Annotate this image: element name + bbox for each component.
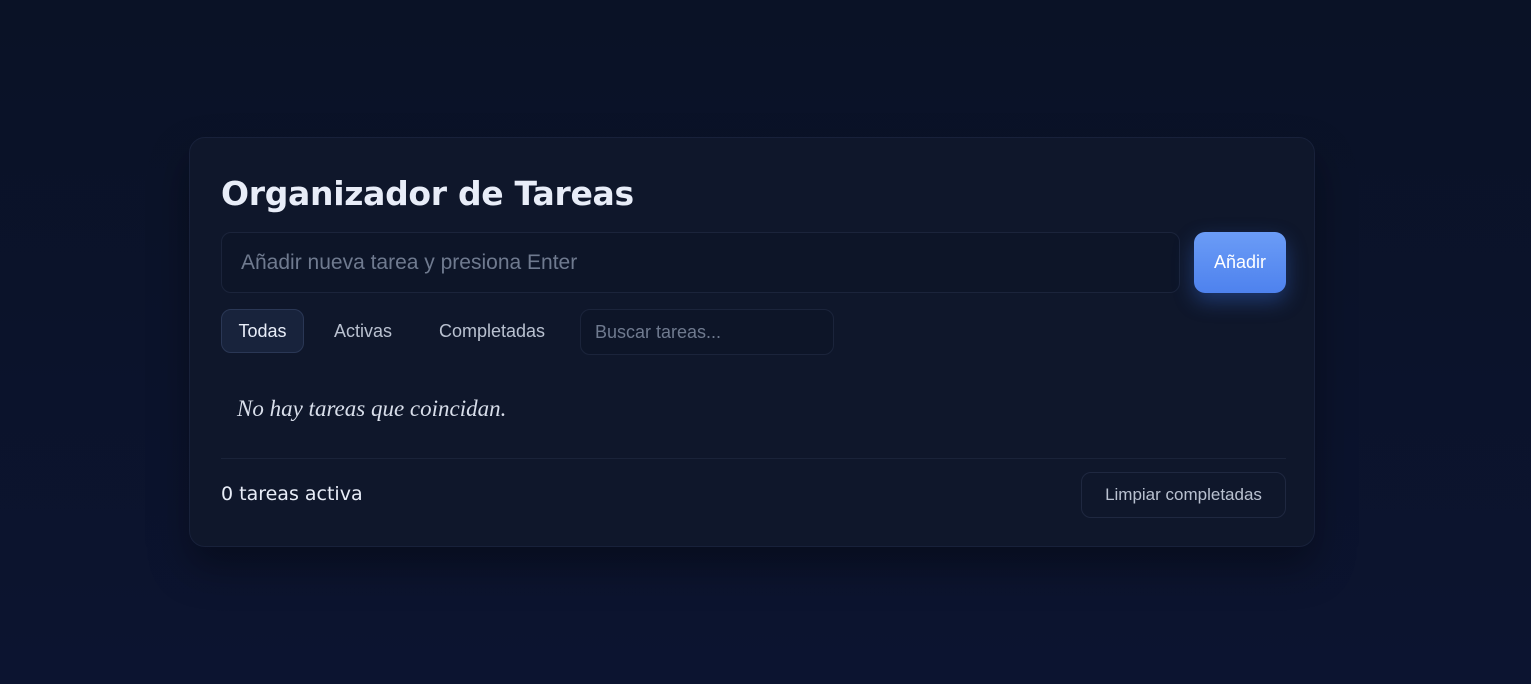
new-task-input[interactable]: [221, 232, 1180, 293]
task-card: Organizador de Tareas Añadir Todas Activ…: [189, 137, 1315, 547]
filter-active-tab[interactable]: Activas: [317, 309, 408, 353]
filter-completed-tab[interactable]: Completadas: [422, 309, 562, 353]
clear-completed-button[interactable]: Limpiar completadas: [1081, 472, 1286, 518]
empty-list-message: No hay tareas que coincidan.: [237, 396, 507, 421]
add-task-button[interactable]: Añadir: [1194, 232, 1286, 293]
active-task-count: 0 tareas activa: [221, 483, 363, 505]
page-title: Organizador de Tareas: [221, 174, 634, 213]
footer-divider: [221, 458, 1286, 459]
filter-all-tab[interactable]: Todas: [221, 309, 304, 353]
search-input[interactable]: [580, 309, 834, 355]
